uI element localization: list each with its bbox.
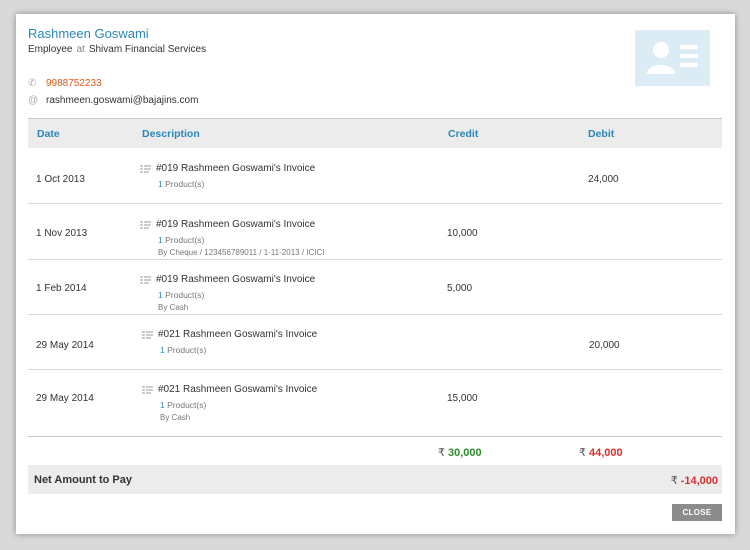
- product-label: Product(s): [165, 179, 205, 189]
- invoice-link[interactable]: #019 Rashmeen Goswami's Invoice: [156, 274, 315, 285]
- net-amount-label: Net Amount to Pay: [34, 474, 132, 486]
- at-word: at: [76, 44, 85, 55]
- contact-ledger-dialog: Rashmeen Goswami Employee at Shivam Financ…: [16, 14, 735, 534]
- payment-details: By Cash: [160, 413, 191, 422]
- at-sign-icon: @: [28, 95, 39, 106]
- close-button[interactable]: CLOSE: [672, 504, 722, 521]
- invoice-icon: [142, 328, 154, 339]
- payment-details: By Cash: [158, 303, 189, 312]
- contact-card-avatar-icon: [635, 30, 710, 86]
- row-description: #021 Rashmeen Goswami's Invoice 1 Produc…: [142, 379, 317, 422]
- phone-number[interactable]: 9988752233: [46, 78, 102, 89]
- ledger-row: 29 May 2014 #021 Rashmeen Goswami's Invo…: [28, 315, 722, 370]
- row-description: #021 Rashmeen Goswami's Invoice 1 Produc…: [142, 324, 317, 355]
- company-name: Shivam Financial Services: [88, 44, 207, 55]
- row-credit: 5,000: [447, 283, 473, 294]
- payment-details: By Cheque / 123456789011 / 1-11-2013 / I…: [158, 248, 325, 257]
- row-description: #019 Rashmeen Goswami's Invoice 1 Produc…: [140, 214, 324, 257]
- row-debit: 24,000: [588, 174, 619, 185]
- email-row: @ rashmeen.goswami@bajajins.com: [28, 95, 198, 106]
- product-label: Product(s): [165, 235, 205, 245]
- row-credit: 10,000: [447, 228, 478, 239]
- row-description: #019 Rashmeen Goswami's Invoice 1 Produc…: [140, 269, 315, 312]
- row-date: 29 May 2014: [36, 393, 94, 404]
- row-date: 1 Nov 2013: [36, 228, 88, 239]
- role: Employee: [28, 44, 73, 55]
- product-label: Product(s): [165, 290, 205, 300]
- row-debit: 20,000: [589, 340, 620, 351]
- product-label: Product(s): [167, 345, 207, 355]
- total-debit: ₹44,000: [579, 446, 623, 459]
- role-line: Employee at Shivam Financial Services: [28, 44, 206, 55]
- net-amount-bar: Net Amount to Pay ₹ -14,000: [28, 465, 722, 494]
- phone-row: ✆ 9988752233: [28, 78, 102, 89]
- invoice-link[interactable]: #021 Rashmeen Goswami's Invoice: [158, 384, 317, 395]
- row-date: 1 Oct 2013: [36, 174, 85, 185]
- ledger-row: 1 Nov 2013 #019 Rashmeen Goswami's Invoi…: [28, 205, 722, 260]
- product-count: 1: [158, 290, 163, 300]
- ledger-table-header: Date Description Credit Debit: [28, 118, 722, 148]
- totals-row: ₹30,000 ₹44,000: [28, 436, 722, 464]
- header-date: Date: [37, 128, 60, 140]
- invoice-icon: [140, 273, 152, 284]
- header-description: Description: [142, 128, 200, 140]
- invoice-link[interactable]: #019 Rashmeen Goswami's Invoice: [156, 219, 315, 230]
- header-debit: Debit: [588, 128, 615, 140]
- rupee-icon: ₹: [670, 475, 678, 487]
- net-amount: ₹ -14,000: [671, 474, 718, 487]
- invoice-icon: [140, 218, 152, 229]
- rupee-icon: ₹: [579, 447, 586, 459]
- total-credit-value: 30,000: [448, 447, 482, 459]
- contact-name[interactable]: Rashmeen Goswami: [28, 26, 149, 41]
- net-amount-value: -14,000: [680, 475, 718, 487]
- product-count: 1: [158, 235, 163, 245]
- phone-icon: ✆: [28, 78, 37, 89]
- email-address[interactable]: rashmeen.goswami@bajajins.com: [46, 95, 198, 106]
- product-count: 1: [158, 179, 163, 189]
- row-date: 29 May 2014: [36, 340, 94, 351]
- rupee-icon: ₹: [438, 447, 445, 459]
- invoice-link[interactable]: #021 Rashmeen Goswami's Invoice: [158, 329, 317, 340]
- ledger-row: 29 May 2014 #021 Rashmeen Goswami's Invo…: [28, 370, 722, 436]
- product-count: 1: [160, 345, 165, 355]
- row-description: #019 Rashmeen Goswami's Invoice 1 Produc…: [140, 158, 315, 189]
- total-credit: ₹30,000: [438, 446, 482, 459]
- product-label: Product(s): [167, 400, 207, 410]
- ledger-row: 1 Feb 2014 #019 Rashmeen Goswami's Invoi…: [28, 260, 722, 315]
- invoice-icon: [142, 383, 154, 394]
- product-count: 1: [160, 400, 165, 410]
- invoice-icon: [140, 162, 152, 173]
- invoice-link[interactable]: #019 Rashmeen Goswami's Invoice: [156, 163, 315, 174]
- ledger-row: 1 Oct 2013 #019 Rashmeen Goswami's Invoi…: [28, 149, 722, 204]
- row-date: 1 Feb 2014: [36, 283, 87, 294]
- row-credit: 15,000: [447, 393, 478, 404]
- header-credit: Credit: [448, 128, 479, 140]
- total-debit-value: 44,000: [589, 447, 623, 459]
